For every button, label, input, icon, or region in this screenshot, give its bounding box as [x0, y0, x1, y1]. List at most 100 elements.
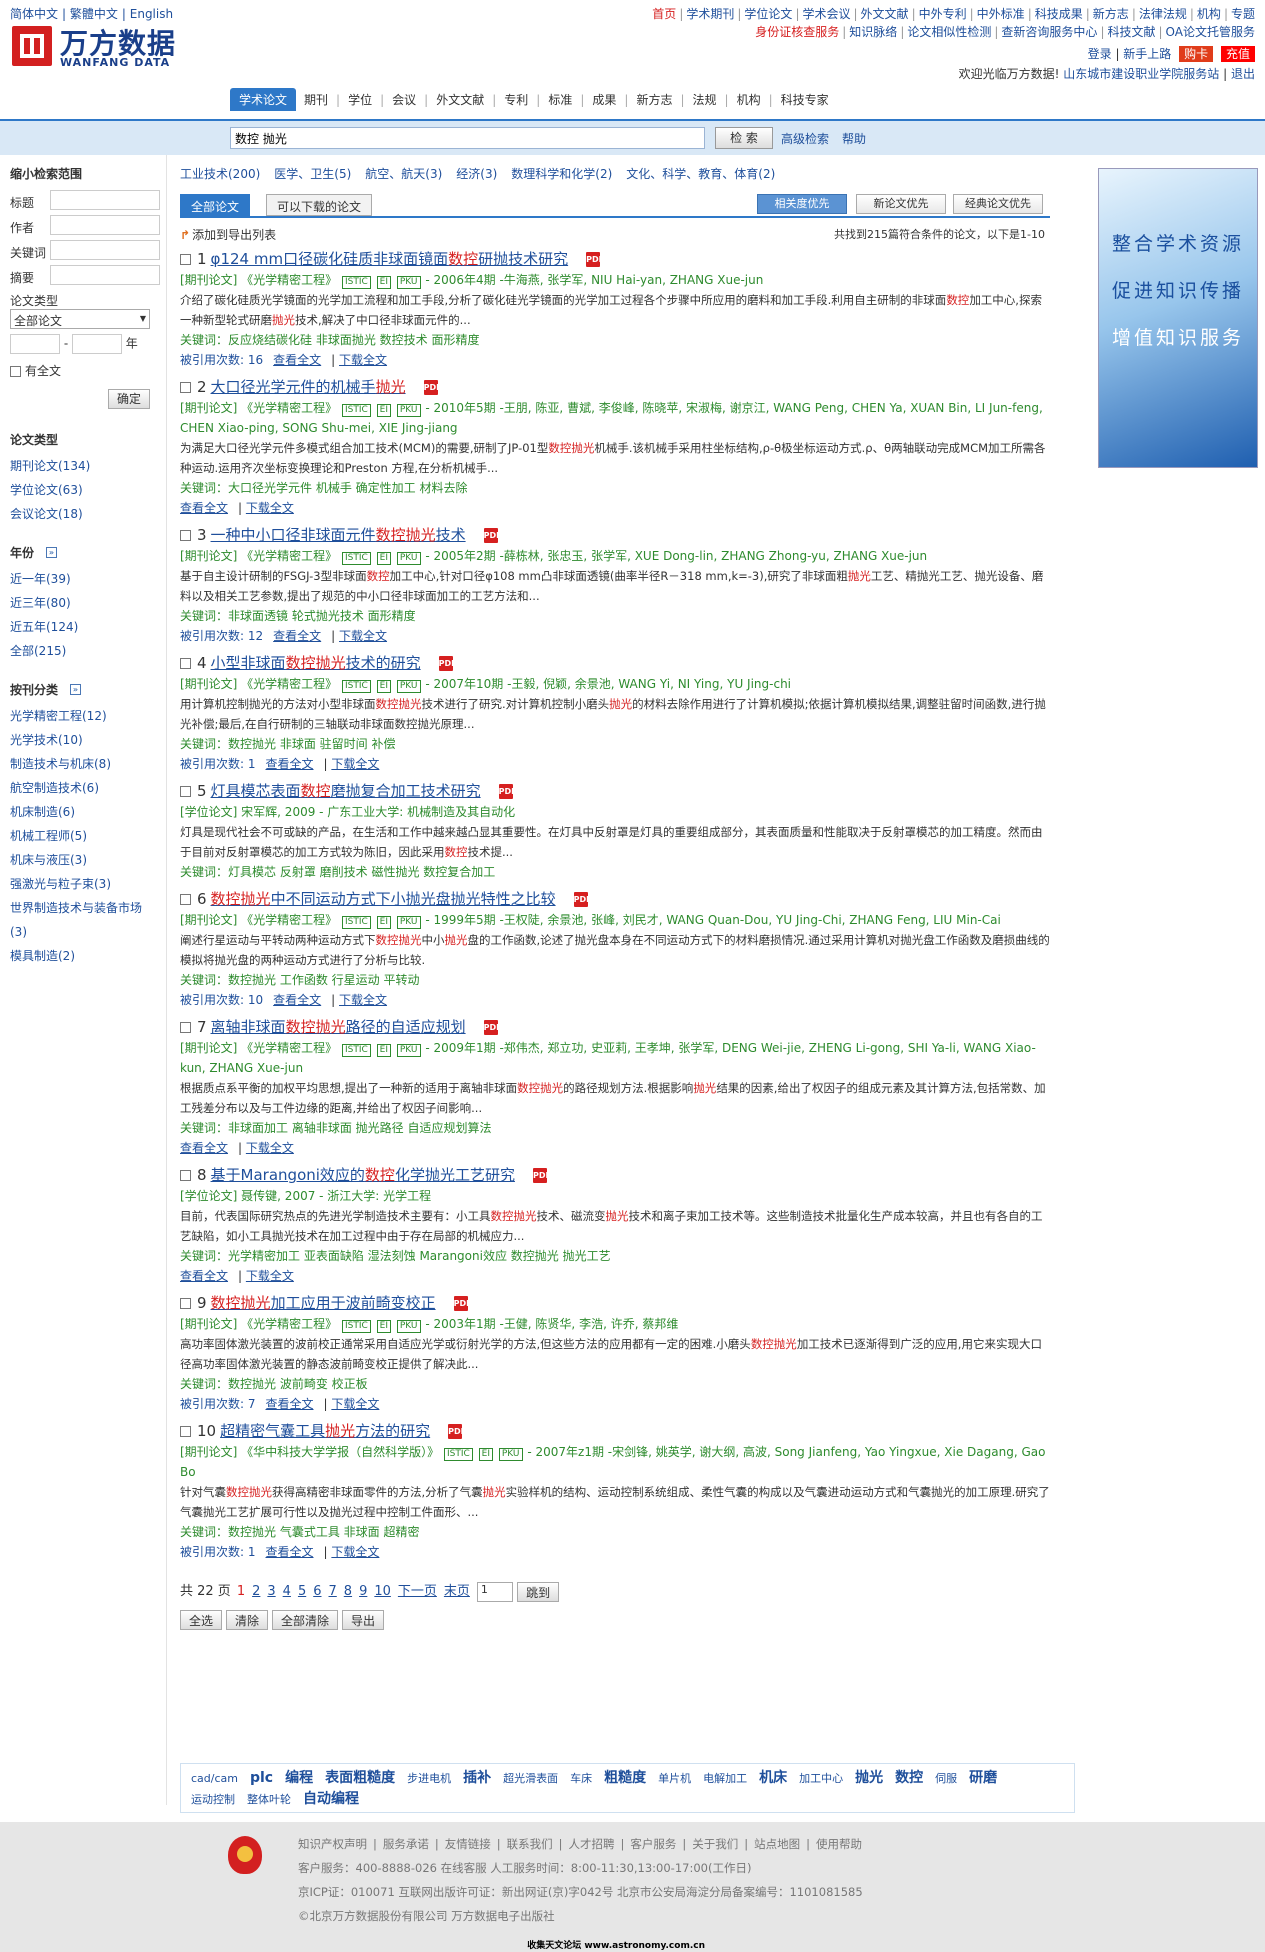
result-checkbox[interactable] [180, 1170, 191, 1181]
tag-link[interactable]: 抛光 [855, 1768, 883, 1788]
journal-filter-item[interactable]: (3) [10, 920, 160, 944]
wanfang-logo[interactable]: 万方数据 WANFANG DATA [10, 22, 200, 72]
result-title-link[interactable]: 数控抛光加工应用于波前畸变校正 [211, 1294, 436, 1312]
view-fulltext-link[interactable]: 查看全文 [180, 1141, 228, 1155]
view-fulltext-link[interactable]: 查看全文 [180, 501, 228, 515]
download-fulltext-link[interactable]: 下载全文 [246, 501, 294, 515]
sort-relevance-button[interactable]: 相关度优先 [757, 194, 847, 214]
cited-count[interactable]: 被引用次数: 1 [180, 757, 256, 771]
tag-link[interactable]: cad/cam [191, 1769, 238, 1789]
tag-link[interactable]: 步进电机 [407, 1769, 451, 1789]
advanced-search-link[interactable]: 高级检索 [781, 130, 829, 147]
top-link[interactable]: 机构 [1197, 7, 1221, 21]
result-checkbox[interactable] [180, 1426, 191, 1437]
guide-link[interactable]: 新手上路 [1123, 47, 1171, 61]
tab-downloadable[interactable]: 可以下载的论文 [266, 194, 373, 216]
meta-source[interactable]: [期刊论文] 《光学精密工程》 [180, 1041, 337, 1055]
download-fulltext-link[interactable]: 下载全文 [331, 1545, 379, 1559]
result-title-link[interactable]: 离轴非球面数控抛光路径的自适应规划 [211, 1018, 466, 1036]
meta-source[interactable]: [期刊论文] 《光学精密工程》 [180, 549, 337, 563]
top-link[interactable]: 中外标准 [977, 7, 1025, 21]
tag-link[interactable]: 整体叶轮 [247, 1790, 291, 1810]
top-link[interactable]: 学术会议 [802, 7, 850, 21]
service-link[interactable]: OA论文托管服务 [1166, 25, 1255, 39]
meta-source[interactable]: [期刊论文] 《光学精密工程》 [180, 1317, 337, 1331]
journal-filter-item[interactable]: 世界制造技术与装备市场 [10, 896, 160, 920]
keyword-filter-input[interactable] [50, 240, 160, 260]
top-link[interactable]: 中外专利 [919, 7, 967, 21]
type-filter-item[interactable]: 学位论文(63) [10, 478, 160, 502]
top-link[interactable]: 外文文献 [861, 7, 909, 21]
page-link[interactable]: 10 [374, 1584, 391, 1599]
result-title-link[interactable]: 数控抛光中不同运动方式下小抛光盘抛光特性之比较 [211, 890, 556, 908]
current-page[interactable]: 1 [237, 1584, 245, 1599]
page-link[interactable]: 3 [267, 1584, 275, 1599]
org-link[interactable]: 山东城市建设职业学院服务站 [1063, 67, 1219, 81]
top-link[interactable]: 学术期刊 [686, 7, 734, 21]
meta-source[interactable]: [学位论文] 聂传键, 2007 - 浙江大学: 光学工程 [180, 1189, 431, 1203]
tag-link[interactable]: 电解加工 [703, 1769, 747, 1789]
page-link[interactable]: 6 [313, 1584, 321, 1599]
page-link[interactable]: 9 [359, 1584, 367, 1599]
footer-link[interactable]: 站点地图 [754, 1837, 800, 1851]
search-input[interactable] [230, 127, 705, 149]
result-title-link[interactable]: 超精密气囊工具抛光方法的研究 [220, 1422, 430, 1440]
tag-link[interactable]: 机床 [759, 1768, 787, 1788]
last-page-link[interactable]: 末页 [444, 1584, 470, 1599]
pdf-icon[interactable]: PDF [438, 656, 457, 671]
top-link[interactable]: 学位论文 [744, 7, 792, 21]
top-link[interactable]: 新方志 [1093, 7, 1129, 21]
tag-link[interactable]: 自动编程 [303, 1789, 359, 1809]
view-fulltext-link[interactable]: 查看全文 [266, 757, 314, 771]
download-fulltext-link[interactable]: 下载全文 [331, 757, 379, 771]
promo-banner[interactable]: 整合学术资源 促进知识传播 增值知识服务 [1098, 168, 1258, 468]
tag-link[interactable]: 运动控制 [191, 1790, 235, 1810]
meta-source[interactable]: [期刊论文] 《华中科技大学学报（自然科学版）》 [180, 1445, 439, 1459]
year-from-input[interactable] [10, 334, 60, 354]
pdf-icon[interactable]: PDF [448, 1424, 466, 1439]
tag-link[interactable]: 研磨 [969, 1768, 997, 1788]
meta-source[interactable]: [期刊论文] 《光学精密工程》 [180, 677, 337, 691]
footer-link[interactable]: 使用帮助 [816, 1837, 862, 1851]
lang-traditional[interactable]: 繁體中文 [70, 7, 118, 21]
abstract-filter-input[interactable] [50, 265, 160, 285]
cited-count[interactable]: 被引用次数: 16 [180, 353, 263, 367]
type-filter-item[interactable]: 会议论文(18) [10, 502, 160, 526]
result-title-link[interactable]: 大口径光学元件的机械手抛光 [211, 378, 406, 396]
collapse-icon[interactable]: » [46, 547, 58, 558]
category-filter[interactable]: 数理科学和化学(2) [511, 167, 612, 181]
view-fulltext-link[interactable]: 查看全文 [180, 1269, 228, 1283]
result-title-link[interactable]: 灯具模芯表面数控磨抛复合加工技术研究 [211, 782, 481, 800]
nav-tab[interactable]: 标准 [540, 89, 580, 110]
tag-link[interactable]: 插补 [463, 1768, 491, 1788]
result-checkbox[interactable] [180, 382, 191, 393]
clear-all-button[interactable]: 全部清除 [272, 1609, 339, 1630]
view-fulltext-link[interactable]: 查看全文 [273, 353, 321, 367]
view-fulltext-link[interactable]: 查看全文 [273, 629, 321, 643]
lang-simplified[interactable]: 简体中文 [10, 7, 58, 21]
tag-link[interactable]: 加工中心 [799, 1769, 843, 1789]
year-filter-item[interactable]: 全部(215) [10, 639, 160, 663]
journal-filter-item[interactable]: 航空制造技术(6) [10, 776, 160, 800]
footer-link[interactable]: 关于我们 [692, 1837, 738, 1851]
police-seal-icon[interactable] [228, 1836, 262, 1874]
clear-button[interactable]: 清除 [226, 1609, 269, 1630]
login-link[interactable]: 登录 [1088, 47, 1112, 61]
journal-filter-item[interactable]: 光学精密工程(12) [10, 704, 160, 728]
download-fulltext-link[interactable]: 下载全文 [339, 629, 387, 643]
result-checkbox[interactable] [180, 894, 191, 905]
top-link[interactable]: 专题 [1231, 7, 1255, 21]
select-all-button[interactable]: 全选 [180, 1609, 223, 1630]
category-filter[interactable]: 航空、航天(3) [365, 167, 442, 181]
next-page-link[interactable]: 下一页 [398, 1584, 437, 1599]
journal-filter-item[interactable]: 机床与液压(3) [10, 848, 160, 872]
service-link[interactable]: 查新咨询服务中心 [1001, 25, 1097, 39]
year-filter-item[interactable]: 近三年(80) [10, 591, 160, 615]
cited-count[interactable]: 被引用次数: 7 [180, 1397, 256, 1411]
pdf-icon[interactable]: PDF [483, 528, 502, 543]
page-link[interactable]: 8 [344, 1584, 352, 1599]
footer-link[interactable]: 客户服务 [630, 1837, 676, 1851]
fulltext-checkbox[interactable] [10, 366, 21, 377]
top-link[interactable]: 科技成果 [1035, 7, 1083, 21]
nav-tab[interactable]: 期刊 [296, 89, 336, 110]
